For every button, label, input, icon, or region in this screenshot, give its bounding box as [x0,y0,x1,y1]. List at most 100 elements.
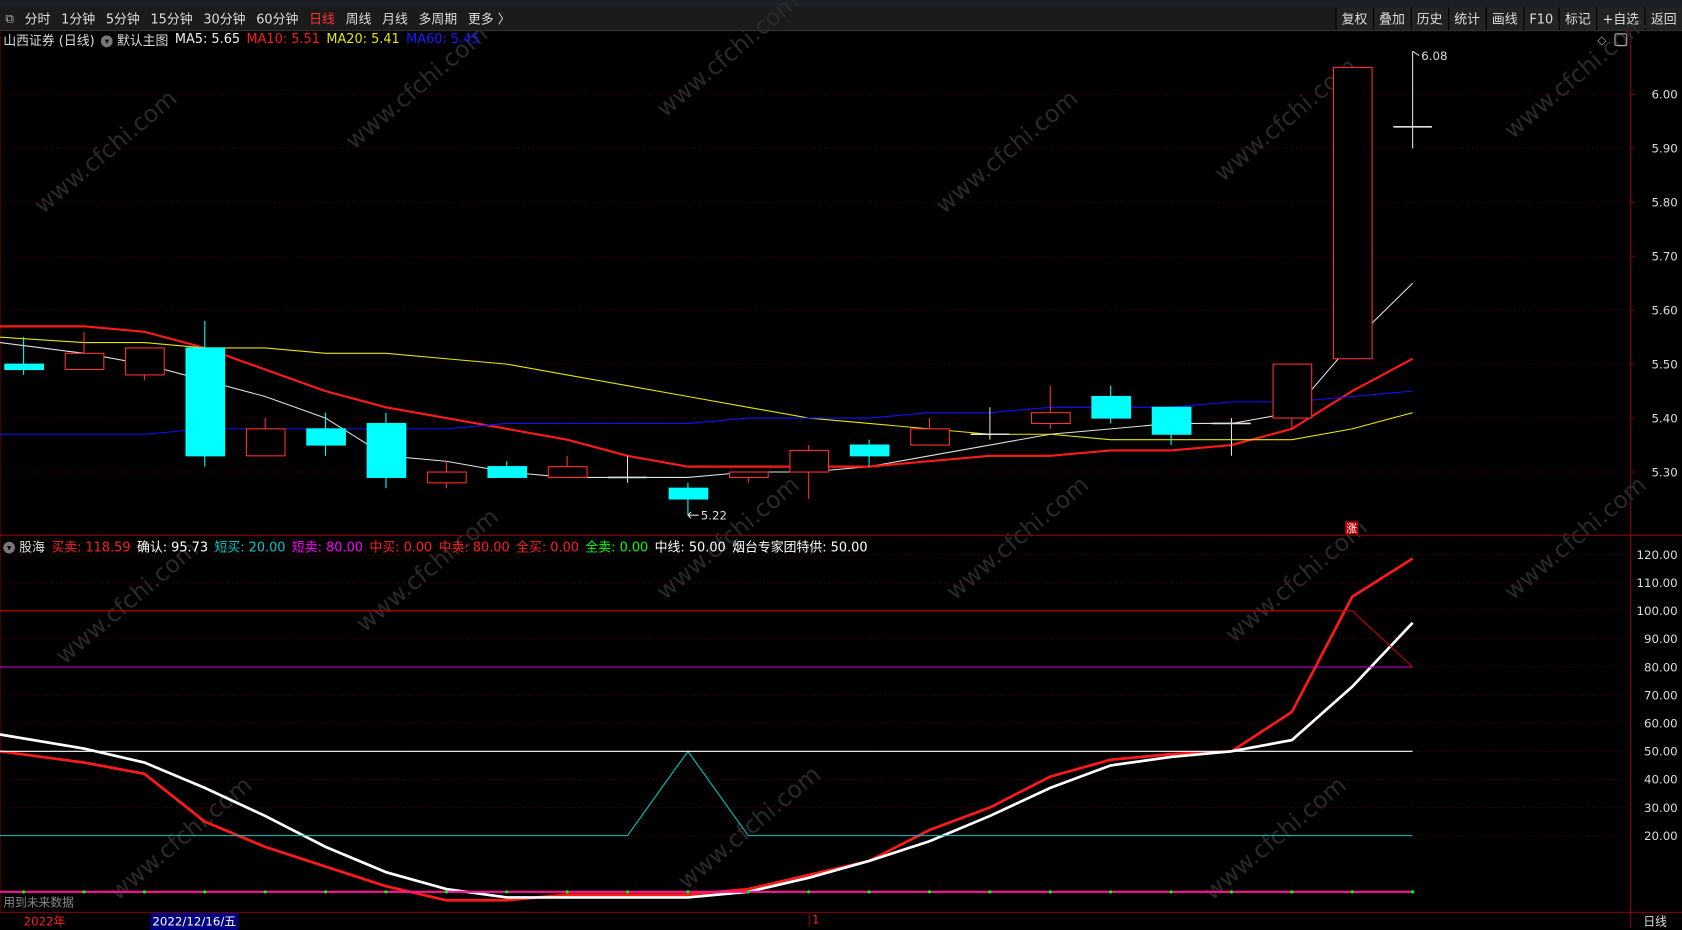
candle[interactable] [185,320,226,467]
year-label: 2022年 [23,915,66,929]
watermark: www.cfchi.com [651,0,804,123]
indicator-name: 股海 [19,539,45,555]
candle[interactable] [64,331,105,371]
candle-body [366,422,407,478]
high-price-label: 6.08 [1421,49,1447,63]
candle[interactable] [306,412,346,456]
template-selector[interactable]: ▾ 默认主图 [101,31,168,49]
indicator-dot [21,890,26,894]
cursor-date-label: 2022/12/16/五 [150,912,239,930]
indicator-dot [384,890,388,894]
indicator-dot [505,890,509,894]
price-tick-label: 5.40 [1651,411,1677,425]
candle[interactable] [427,461,467,489]
indicator-value: 确认: 95.73 [136,539,209,555]
indicator-line [0,610,1414,668]
candle-body [849,444,890,457]
candle[interactable] [608,455,647,483]
indicator-selector[interactable]: ▾ 股海 [3,537,45,555]
watermark: www.cfchi.com [351,502,504,637]
watermark: www.cfchi.com [930,84,1083,219]
candle[interactable] [1393,51,1432,149]
indicator-dot [625,890,630,894]
indicator-dot [1048,890,1052,894]
indicator-tick-label: 20.00 [1644,829,1678,843]
main-chart-legend: 山西证券 (日线) ▾ 默认主图 MA5: 5.65 MA10: 5.51 MA… [3,31,479,49]
candle[interactable] [729,471,769,483]
indicator-tick-label: 80.00 [1644,660,1678,674]
candle[interactable] [849,439,890,467]
indicator-dot [203,890,207,894]
price-tick-label: 5.60 [1651,303,1677,317]
candle[interactable] [547,455,588,478]
indicator-dot [1229,890,1234,894]
indicator-dot [82,890,86,894]
price-tick-label: 6.00 [1651,88,1677,102]
candle-body [547,466,588,478]
candle[interactable] [366,412,407,489]
layout-toggle-icon[interactable] [1614,33,1628,47]
rise-marker-label: 涨 [1346,522,1357,535]
indicator-dot [1290,890,1294,894]
high-arrow-icon [1412,50,1420,56]
indicator-tick-label: 90.00 [1644,632,1678,646]
candle[interactable] [1212,418,1251,456]
candle[interactable] [1332,66,1373,360]
ma10-value: MA10: 5.51 [246,31,320,47]
candle-body [125,347,165,376]
indicator-dot [746,890,750,894]
candle-body [668,487,709,500]
price-tick-label: 5.50 [1651,357,1677,371]
indicator-value: 烟台专家团特供: 50.00 [732,539,868,555]
stock-chart-window: ⧉ 分时 1分钟 5分钟 15分钟 30分钟 60分钟 日线 周线 月线 多周期 更多 〉 复权 叠加… [0,0,1682,930]
indicator-value: 短卖: 80.00 [291,539,363,555]
candle-body [789,449,830,473]
candle-body [1151,406,1192,435]
watermark: www.cfchi.com [672,760,825,895]
watermark: www.cfchi.com [104,771,257,906]
indicator-tick-label: 70.00 [1644,688,1678,702]
price-tick-label: 5.90 [1651,142,1677,156]
watermark: www.cfchi.com [29,84,182,219]
low-price-label: 5.22 [701,508,727,522]
candle-body [427,471,467,484]
price-tick-label: 5.80 [1651,196,1677,210]
indicator-dot [263,890,267,894]
candle-body [306,428,346,446]
indicator-dot [565,890,569,894]
indicator-value: 中卖: 80.00 [438,539,510,555]
indicator-dot [142,890,146,894]
candle[interactable] [910,418,950,446]
indicator-tick-label: 100.00 [1636,604,1677,618]
candle[interactable] [125,347,165,381]
diamond-icon[interactable]: ◇ [1597,33,1606,47]
candle-body [487,466,528,478]
indicator-tick-label: 110.00 [1636,576,1677,590]
candle[interactable] [487,461,528,478]
period-label[interactable]: 日线 [1643,913,1667,930]
candle-body [245,428,286,457]
candle[interactable] [970,407,1010,440]
indicator-value: 中线: 50.00 [654,539,726,555]
watermark: www.cfchi.com [941,470,1094,605]
month-marker: 1 [808,912,820,927]
candle-body [1030,412,1071,425]
indicator-dot [444,890,448,894]
low-arrow-icon [687,511,699,519]
chart-canvas[interactable]: www.cfchi.com www.cfchi.com www.cfchi.com w… [0,0,1682,928]
indicator-value: 全卖: 0.00 [585,539,649,555]
ma20-value: MA20: 5.41 [326,31,400,47]
candle-body [1272,363,1313,419]
indicator-legend: ▾ 股海 买卖: 118.59 确认: 95.73 短买: 20.00 短卖: 80.… [3,537,868,555]
date-axis-bar: 2022年 2022/12/16/五 1 日线 [0,911,1682,930]
candle[interactable] [4,337,44,375]
indicator-tick-label: 120.00 [1636,548,1677,562]
candle[interactable] [245,418,286,457]
indicator-dot [927,890,932,894]
indicator-tick-label: 50.00 [1644,745,1678,759]
indicator-value: 短买: 20.00 [214,539,286,555]
indicator-tick-label: 40.00 [1644,773,1678,787]
candle-body [4,363,44,371]
candle[interactable] [1091,385,1132,424]
template-label: 默认主图 [116,33,169,49]
